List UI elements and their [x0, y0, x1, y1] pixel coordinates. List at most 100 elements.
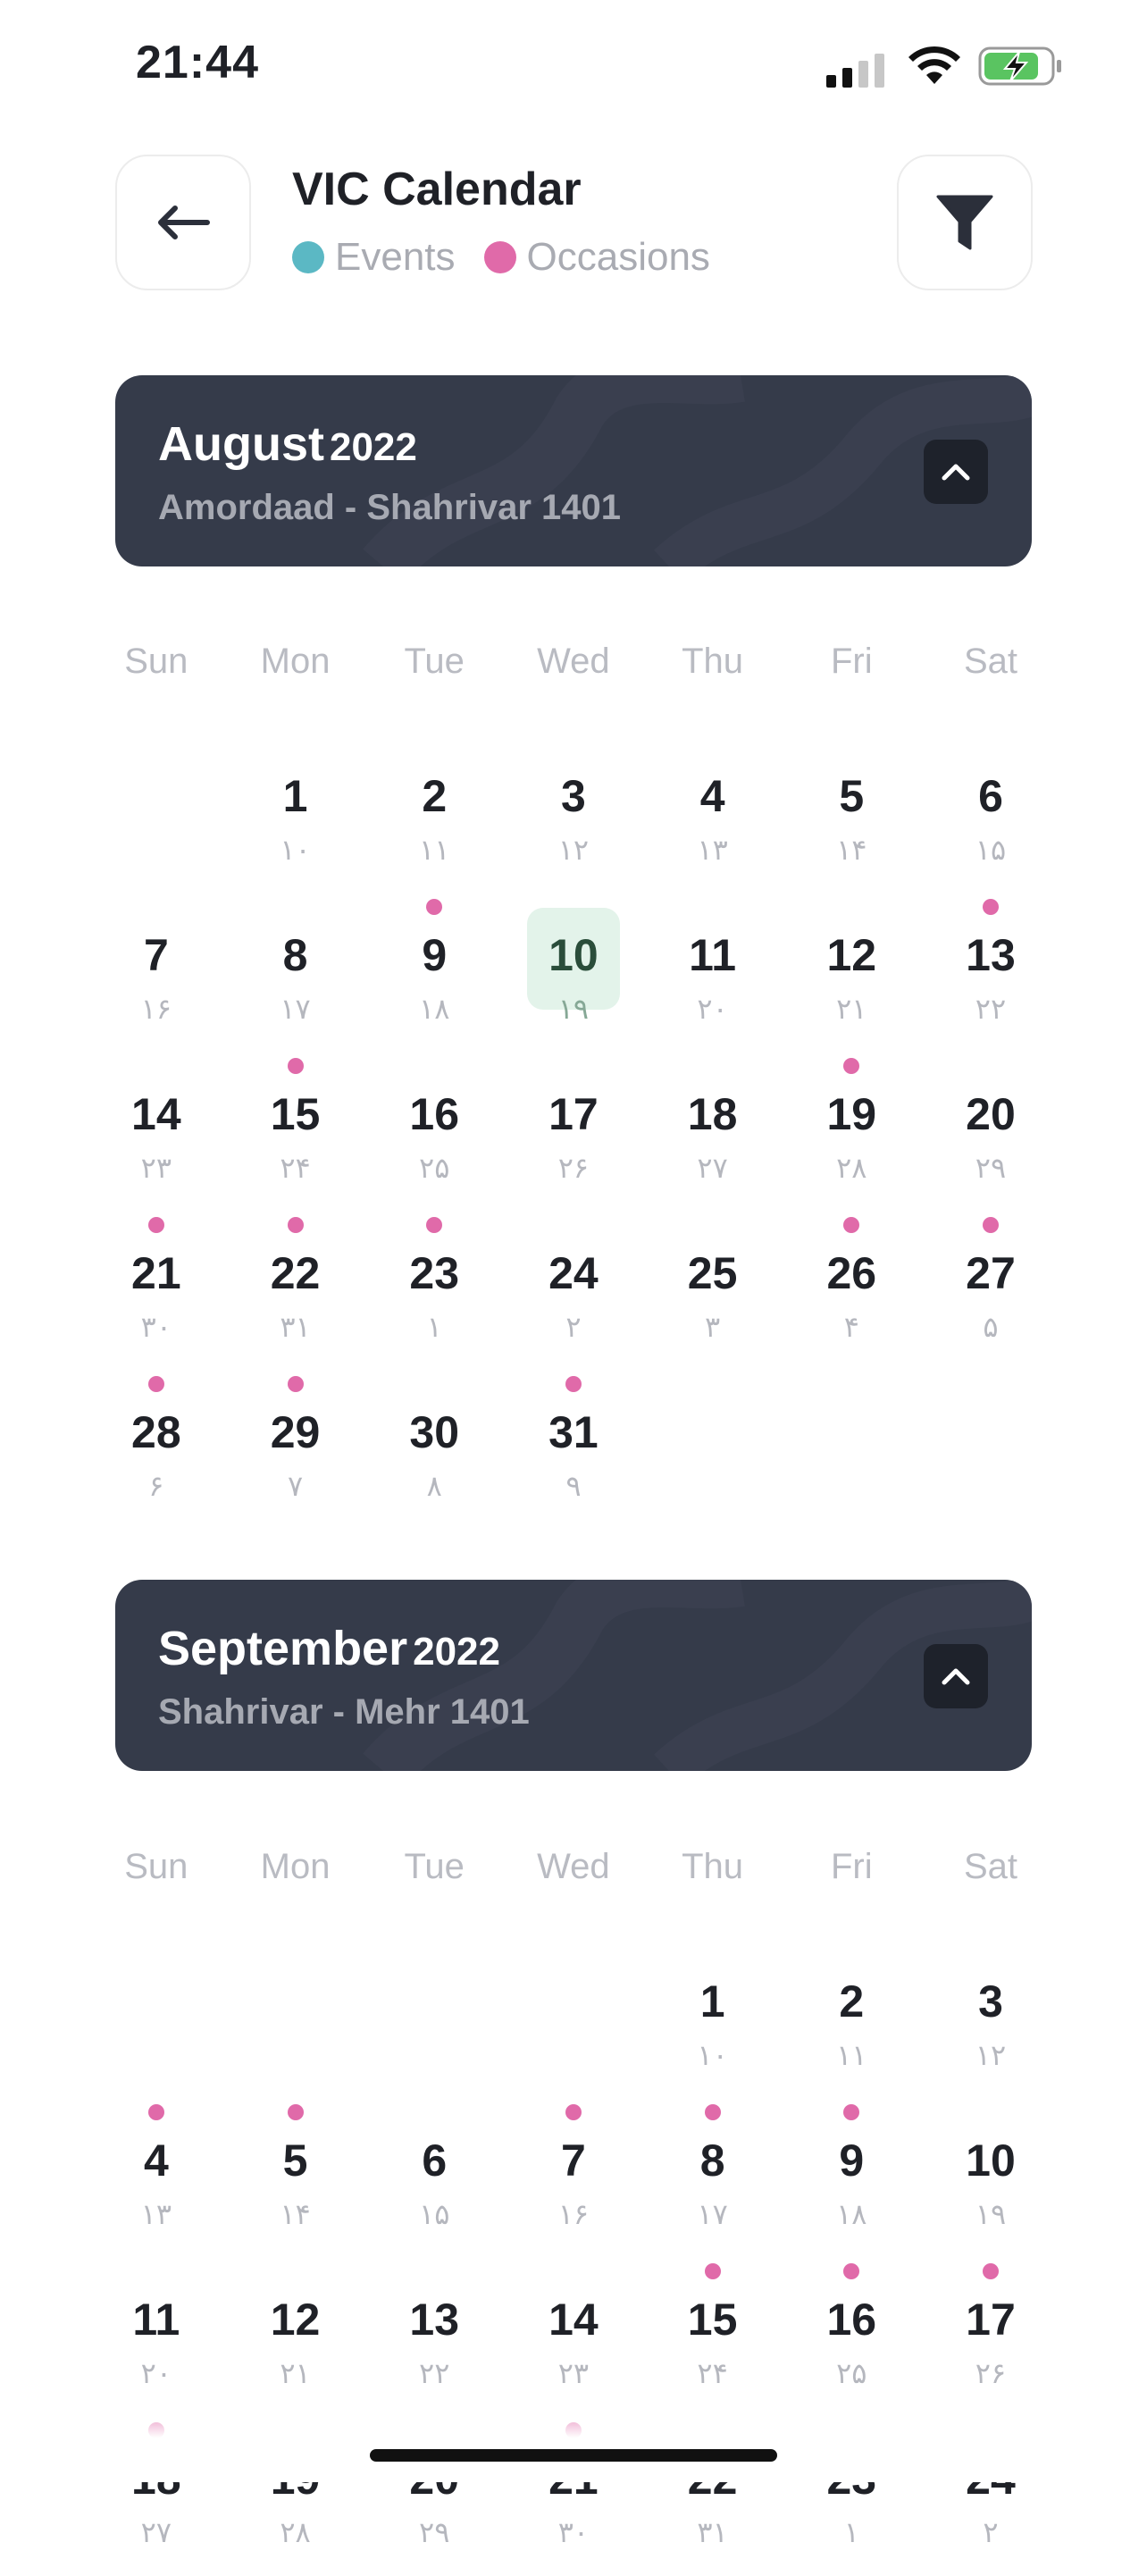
events-dot-icon [292, 241, 324, 273]
day-cell[interactable]: 15 ۲۴ [226, 1053, 365, 1212]
weekday-label: Sat [963, 1847, 1017, 1886]
day-number: 20 [966, 1089, 1016, 1139]
chevron-up-icon [942, 1668, 970, 1685]
day-cell[interactable]: 12 ۲۱ [782, 894, 921, 1053]
day-cell-today[interactable]: 10 ۱۹ [504, 894, 643, 1053]
day-number: 2 [422, 771, 448, 821]
legend-item-events: Events [292, 235, 456, 280]
day-number: 10 [966, 2135, 1016, 2186]
day-cell[interactable]: 14 ۲۳ [87, 1053, 226, 1212]
day-cell[interactable]: 4 ۱۳ [87, 2099, 226, 2258]
day-cell[interactable]: 8 ۱۷ [643, 2099, 783, 2258]
day-cell[interactable]: 24۲ [504, 1212, 643, 1371]
day-cell[interactable]: 7 ۱۶ [504, 2099, 643, 2258]
day-number: 12 [270, 2295, 321, 2345]
occasions-dot-icon [483, 241, 516, 273]
day-cell[interactable]: 31 ۹ [504, 1371, 643, 1530]
day-cell[interactable]: 30 ۸ [364, 1371, 504, 1530]
day-number: 4 [143, 2135, 169, 2186]
day-cell[interactable]: 5 ۱۴ [226, 2099, 365, 2258]
day-cell[interactable]: 9 ۱۸ [364, 894, 504, 1053]
home-indicator[interactable] [370, 2449, 777, 2462]
persian-day-number: ۲۱ [836, 993, 867, 1025]
day-cell[interactable]: 6 ۱۵ [921, 734, 1060, 894]
day-cell[interactable]: 1 ۱۰ [226, 734, 365, 894]
day-cell[interactable]: 4 ۱۳ [643, 734, 783, 894]
persian-day-number: ۱۴ [836, 834, 867, 866]
day-cell[interactable]: 2 ۱۱ [782, 1940, 921, 2099]
day-cell[interactable]: 8 ۱۷ [226, 894, 365, 1053]
day-cell[interactable]: 16 ۲۵ [782, 2258, 921, 2417]
day-cell[interactable]: 13 ۲۲ [921, 894, 1060, 1053]
day-cell[interactable]: 3 ۱۲ [921, 1940, 1060, 2099]
persian-day-number: ۱۷ [697, 2198, 728, 2230]
day-number: 9 [839, 2135, 865, 2186]
month-banner-september[interactable]: September 2022 Shahrivar - Mehr 1401 [115, 1580, 1032, 1771]
occasion-dot-icon [426, 1217, 443, 1233]
day-cell[interactable]: 11 ۲۰ [643, 894, 783, 1053]
day-cell[interactable]: 26 ۴ [782, 1212, 921, 1371]
day-cell[interactable]: 17 ۲۶ [504, 1053, 643, 1212]
day-cell[interactable]: 6 ۱۵ [364, 2099, 504, 2258]
persian-day-number: ۲۱ [280, 2357, 311, 2389]
persian-day-number: ۱۸ [419, 993, 450, 1025]
day-number: 19 [826, 1089, 877, 1139]
persian-day-number: ۱۱ [836, 2039, 867, 2071]
persian-day-number: ۲۹ [975, 1152, 1007, 1184]
day-number: 16 [826, 2295, 877, 2345]
collapse-button[interactable] [924, 440, 988, 504]
day-number: 1 [699, 1976, 725, 2026]
filter-button[interactable] [897, 155, 1033, 290]
persian-day-number: ۲ [565, 1311, 582, 1343]
persian-day-number: ۴ [843, 1311, 859, 1343]
day-cell[interactable]: 1 ۱۰ [643, 1940, 783, 2099]
day-cell[interactable]: 17 ۲۶ [921, 2258, 1060, 2417]
occasion-dot-icon [147, 1217, 164, 1233]
day-cell[interactable]: 18۲۷ [643, 1053, 783, 1212]
persian-day-number: ۳۰ [557, 2516, 590, 2548]
day-cell[interactable]: 3 ۱۲ [504, 734, 643, 894]
persian-day-number: ۷ [287, 1470, 304, 1502]
day-cell[interactable]: 16 ۲۵ [364, 1053, 504, 1212]
scroll-fade [0, 2402, 1147, 2482]
empty-day-cell [364, 1940, 504, 2099]
month-year: 2022 [413, 1630, 500, 1674]
back-button[interactable] [115, 155, 251, 290]
persian-day-number: ۲۸ [280, 2516, 311, 2548]
weekday-label: Mon [260, 642, 331, 681]
day-cell[interactable]: 14 ۲۳ [504, 2258, 643, 2417]
persian-day-number: ۲۶ [975, 2357, 1007, 2389]
collapse-button[interactable] [924, 1644, 988, 1708]
day-cell[interactable]: 19۲۸ [782, 1053, 921, 1212]
month-banner-august[interactable]: August 2022 Amordaad - Shahrivar 1401 [115, 375, 1032, 566]
day-cell[interactable]: 21۳۰ [87, 1212, 226, 1371]
persian-day-number: ۱۷ [280, 993, 311, 1025]
day-cell[interactable]: 15 ۲۴ [643, 2258, 783, 2417]
day-cell[interactable]: 27 ۵ [921, 1212, 1060, 1371]
day-cell[interactable]: 20۲۹ [921, 1053, 1060, 1212]
persian-day-number: ۱۲ [557, 834, 590, 866]
legend: Events Occasions [292, 235, 739, 280]
day-cell[interactable]: 2 ۱۱ [364, 734, 504, 894]
occasion-dot-icon [843, 2263, 860, 2279]
persian-day-number: ۱۹ [557, 993, 590, 1025]
legend-label: Occasions [526, 235, 710, 279]
day-cell[interactable]: 12 ۲۱ [226, 2258, 365, 2417]
weekday-header: Sun Mon Tue Wed Thu Fri Sat [87, 642, 1060, 682]
legend-item-occasions: Occasions [483, 235, 710, 280]
day-number: 5 [839, 771, 865, 821]
day-cell[interactable]: 29 ۷ [226, 1371, 365, 1530]
day-cell[interactable]: 22۳۱ [226, 1212, 365, 1371]
day-cell[interactable]: 7 ۱۶ [87, 894, 226, 1053]
day-cell[interactable]: 11 ۲۰ [87, 2258, 226, 2417]
day-cell[interactable]: 28 ۶ [87, 1371, 226, 1530]
day-cell[interactable]: 25 ۳ [643, 1212, 783, 1371]
calendar-grid-august: 1 ۱۰ 2 ۱۱ 3 ۱۲ 4 ۱۳ 5 ۱۴ 6 ۱۵ 7 ۱۶ 8 ۱۷ 9 ۱۸ 10 ۱۹ 11 ۲۰ 12 ۲۱ 1… [87, 734, 1060, 1530]
day-cell[interactable]: 10 ۱۹ [921, 2099, 1060, 2258]
day-cell[interactable]: 13 ۲۲ [364, 2258, 504, 2417]
day-number: 31 [548, 1407, 599, 1457]
day-number: 22 [270, 1248, 321, 1298]
day-cell[interactable]: 9 ۱۸ [782, 2099, 921, 2258]
day-cell[interactable]: 5 ۱۴ [782, 734, 921, 894]
day-cell[interactable]: 23۱ [364, 1212, 504, 1371]
